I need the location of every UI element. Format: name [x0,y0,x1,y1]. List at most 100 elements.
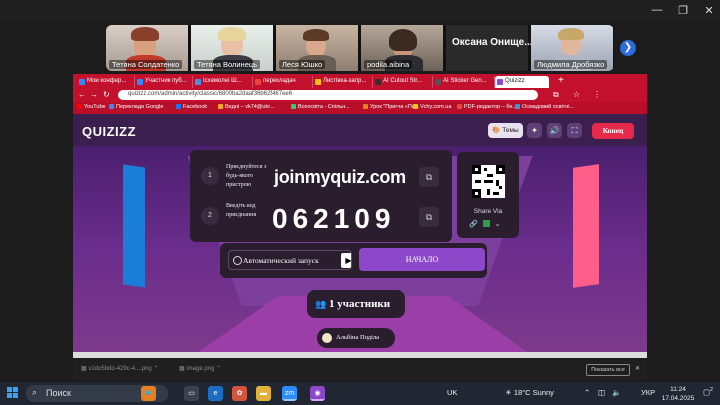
participant-tile-no-video[interactable]: Оксана Онище... [446,25,533,71]
tab-title: AI Sticker Gen... [443,78,487,84]
browser-tab[interactable]: Ісхемолеі Ш... [193,76,253,88]
start-button[interactable]: НАЧАЛО [359,248,485,271]
page-bottom [73,352,647,358]
palette-icon: 🎨 [492,127,501,134]
minimize-icon[interactable]: — [650,4,664,16]
participant-name: Тетяна Солдатенко [109,60,183,69]
player-name: Альбіна Подiла [336,334,380,341]
search-icon: ⌕ [32,387,38,397]
browser-tab[interactable]: перекладач [253,76,313,88]
bookmark-item[interactable]: Осмадовий освітні... [515,104,574,110]
show-all-button[interactable]: Показать все [586,364,630,376]
bookmark-item[interactable]: Урок "Пригча «По... [363,104,419,110]
download-item[interactable]: ▦ v1do5bdo-429c-4....png ⌃ [81,365,158,372]
new-tab-icon[interactable]: + [558,75,564,86]
participant-tile[interactable]: Леся Юшко [276,25,358,71]
bookmark-item[interactable]: YouTube [77,104,106,110]
close-icon[interactable]: ✕ [702,4,716,17]
download-filename: v1do5bdo-429c-4....png [88,366,152,372]
browser-app-icon[interactable]: ◉ [310,386,325,401]
auto-start-toggle[interactable]: Автоматический запуск ▶ [228,250,352,270]
reload-icon[interactable]: ↻ [103,90,110,99]
maximize-icon[interactable]: ❐ [676,4,690,17]
bookmark-item[interactable]: PDF-редактор – бе... [457,104,517,110]
ime-indicator[interactable]: UK [447,388,457,397]
language-indicator[interactable]: УКР [641,388,655,397]
browser-tab[interactable]: Листівка-запр... [313,76,373,88]
participant-tile[interactable]: Людмила Дробязко [531,25,613,71]
windows-start-icon[interactable] [7,387,19,399]
step-number: 1 [201,167,219,185]
bookmarks-bar: YouTube Переклади Google Facebook Ведні … [73,102,647,114]
volume-tray-icon[interactable]: 🔈 [612,388,621,397]
bookmark-star-icon[interactable]: ☆ [573,90,580,99]
volume-icon[interactable]: 🔊 [547,123,562,138]
download-filename: image.png [186,366,215,372]
browser-tab[interactable]: AI Sticker Gen... [433,76,495,88]
participant-tile[interactable]: Тетяна Солдатенко [106,25,188,71]
theme-button[interactable]: 🎨 Темы [488,123,523,138]
tab-title: Ісхемолеі Ш... [203,78,242,84]
bookmark-item[interactable]: Vchy.com.ua [413,104,451,110]
folder-icon[interactable]: ▬ [256,386,271,401]
bookmark-item[interactable]: Facebook [176,104,207,110]
edge-icon[interactable]: e [208,386,223,401]
share-card: Share Via 🔗 ⌄ [457,152,519,238]
bookmark-label: Ведні – vk74@ukr... [225,104,275,110]
browser-tab[interactable]: AI Cutout Str... [373,76,433,88]
quizizz-logo[interactable]: QUIZIZZ [82,124,136,139]
task-view-icon[interactable]: ▭ [184,386,199,401]
browser-window: Мои конфер... Участник пуб... Ісхемолеі … [73,74,647,358]
clock[interactable]: 11:24 17.04.2025 [660,385,696,403]
play-icon[interactable]: ▶ [341,253,351,268]
participants-count: 👥 1 участники [307,290,405,318]
participant-tile-active[interactable]: Тетяна Волинець [191,25,273,71]
magic-wand-icon[interactable]: ✦ [527,123,542,138]
bookmark-item[interactable]: Ведні – vk74@ukr... [218,104,274,110]
qr-code[interactable] [472,165,505,198]
participant-name: Леся Юшко [279,60,326,69]
back-icon[interactable]: ← [78,90,86,99]
menu-icon[interactable]: ⋮ [593,90,601,99]
copy-icon[interactable]: ⧉ [419,207,439,227]
browser-tab-active[interactable]: Quizizz [495,76,549,88]
notifications-count: 2 [710,387,713,393]
copy-icon[interactable]: ⧉ [419,167,439,187]
participant-tile[interactable]: podila.aibina [361,25,443,71]
downloads-bar: ▦ v1do5bdo-429c-4....png ⌃ ▦ image.png ⌃… [73,360,647,380]
network-icon[interactable]: ◫ [598,388,605,397]
classroom-icon[interactable] [482,220,490,227]
bookmark-item[interactable]: Всеосвіта - Спільн... [291,104,350,110]
bookmark-label: Vchy.com.ua [420,104,452,110]
bookmark-label: YouTube [84,104,106,110]
tab-title: Мои конфер... [87,78,127,84]
copilot-icon[interactable]: ✿ [232,386,247,401]
bookmark-label: Переклади Google [116,104,164,110]
url-input[interactable]: quizizz.com/admin/activity/classic/6800b… [118,90,538,100]
weather-widget[interactable]: ☀ 18°C Sunny [505,388,554,397]
forward-icon[interactable]: → [90,90,98,99]
end-button[interactable]: Конец [592,123,634,139]
player-chip[interactable]: Альбіна Подiла [317,328,395,348]
share-icons: 🔗 ⌄ [469,220,501,228]
notifications-icon[interactable]: ▢2 [703,387,713,397]
start-controls: Автоматический запуск ▶ НАЧАЛО [220,243,487,278]
browser-tab[interactable]: Мои конфер... [77,76,135,88]
bookmark-item[interactable]: Переклади Google [109,104,163,110]
bird-icon[interactable]: 🐦 [141,386,156,401]
tray-chevron-icon[interactable]: ⌃ [584,388,590,397]
close-downloads-icon[interactable]: ✕ [635,365,640,372]
download-item[interactable]: ▦ image.png ⌃ [179,365,221,372]
clock-time: 11:24 [670,386,686,393]
browser-tab[interactable]: Участник пуб... [135,76,193,88]
bookmark-label: PDF-редактор – бе... [464,104,517,110]
zoom-app-icon[interactable]: zm [282,386,297,401]
link-icon[interactable]: 🔗 [469,221,478,228]
clock-date: 17.04.2025 [661,395,695,402]
fullscreen-icon[interactable]: ⛶ [567,123,582,138]
chevron-down-icon[interactable]: ⌄ [495,221,501,228]
extensions-icon[interactable]: ⧉ [553,90,559,100]
share-via-label: Share Via [473,208,503,215]
next-participants-button[interactable]: ❯ [620,40,636,56]
weather-text: 18°C Sunny [513,388,554,397]
